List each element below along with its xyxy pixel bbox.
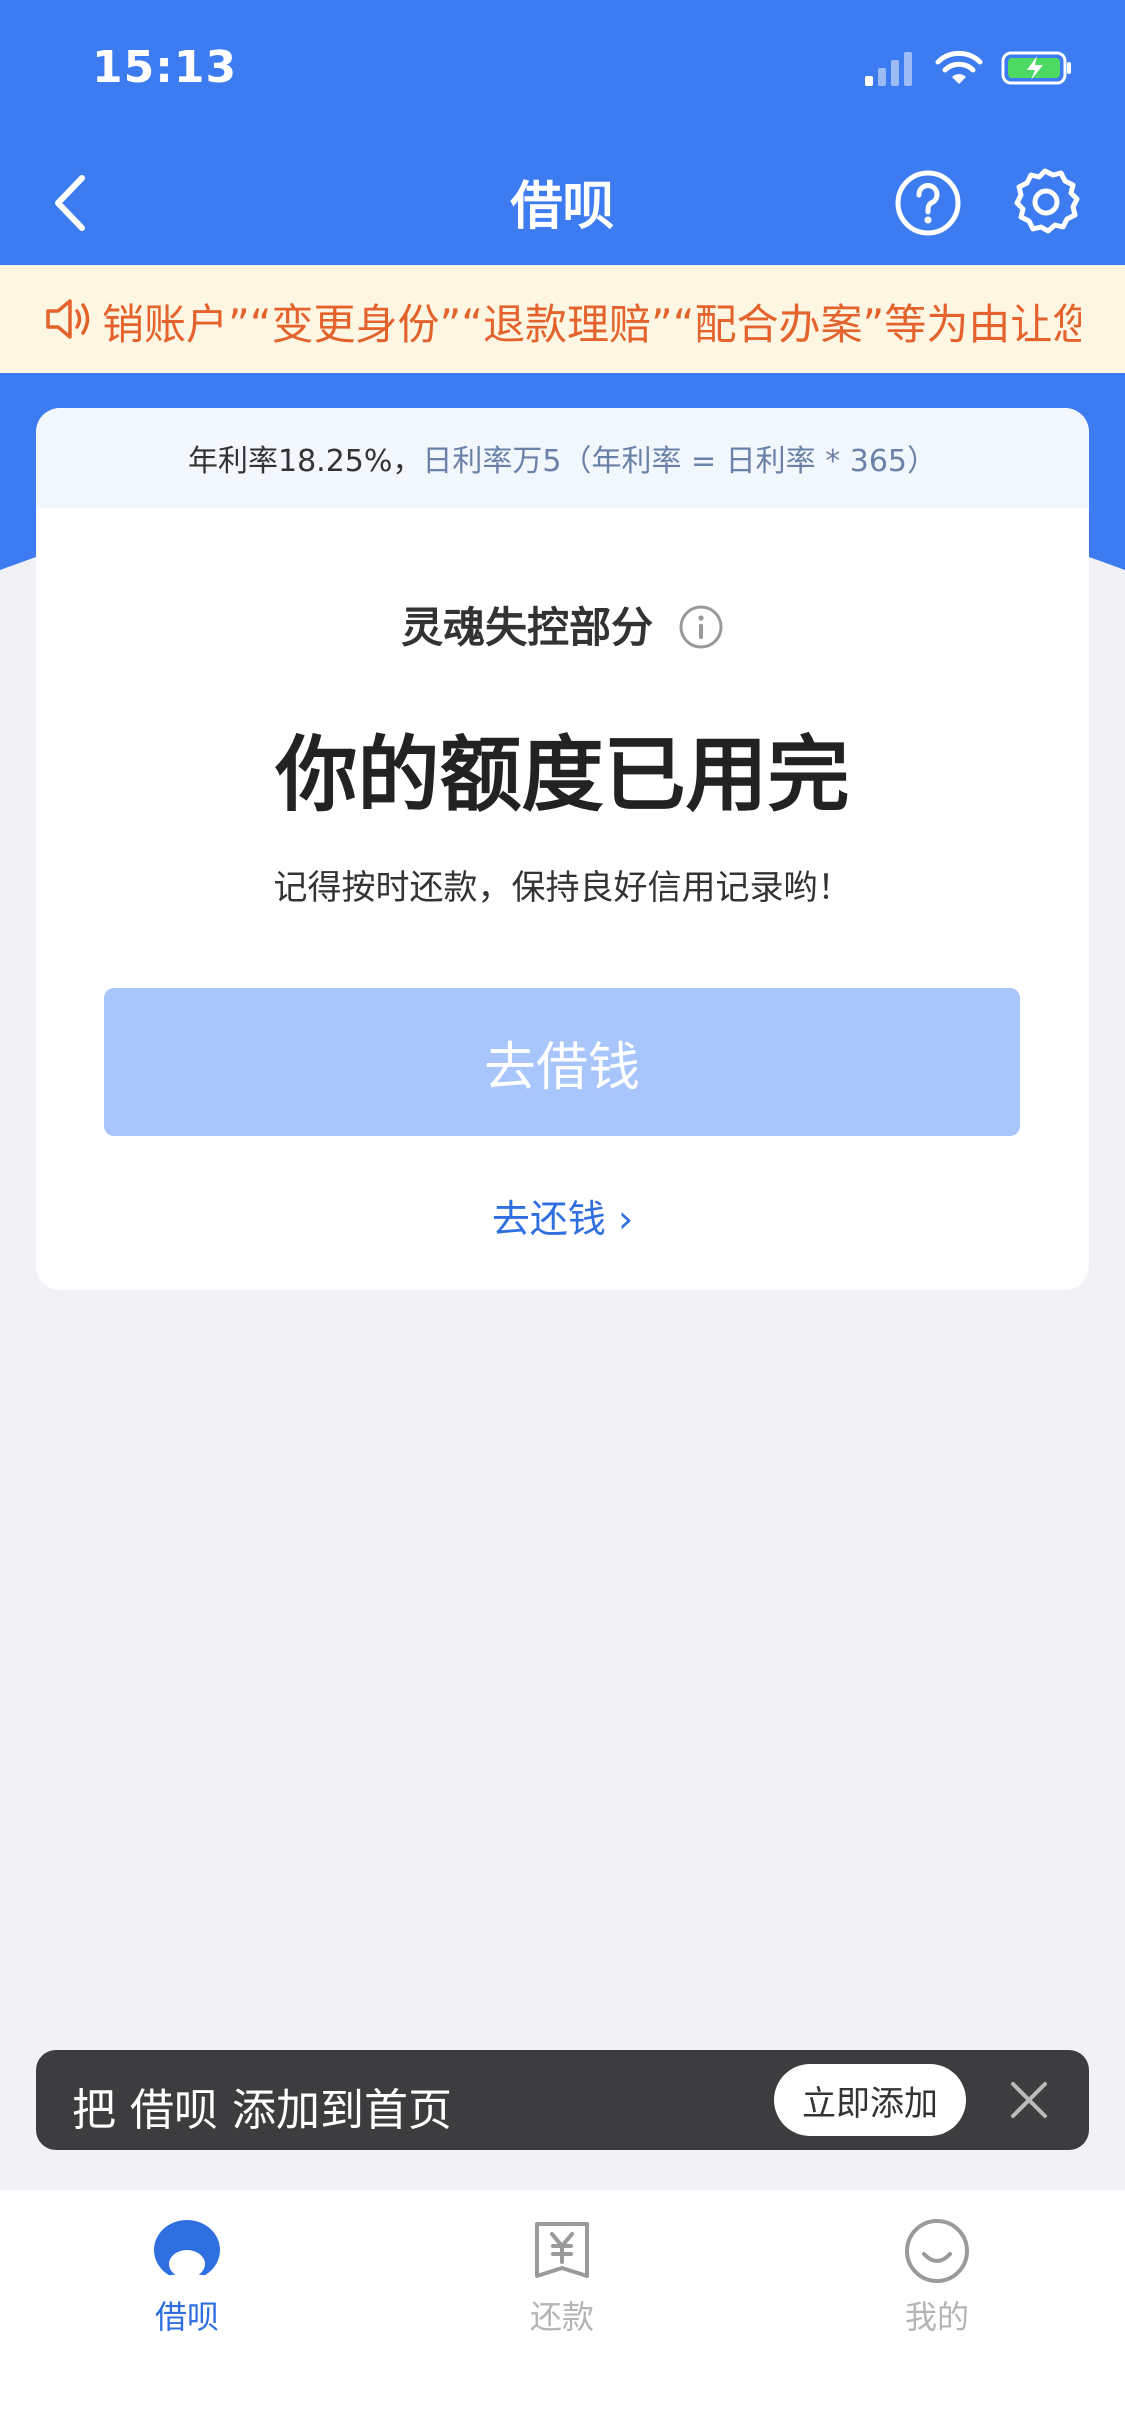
close-icon[interactable] <box>1001 2072 1057 2128</box>
app-screen: 15:13 借呗 销账户”“变更身份”“退款理赔”“配合办案”等为由让您 年利率… <box>0 0 1125 2435</box>
tab-bar: 借呗 还款 我的 <box>0 2190 1125 2435</box>
quota-tip: 记得按时还款，保持良好信用记录哟！ <box>273 868 852 908</box>
tab-label: 我的 <box>904 2298 969 2336</box>
notice-banner[interactable]: 销账户”“变更身份”“退款理赔”“配合办案”等为由让您 <box>0 265 1125 373</box>
tab-repay[interactable]: 还款 <box>462 2216 662 2338</box>
help-icon[interactable] <box>893 168 963 238</box>
battery-charging-icon <box>1001 51 1071 85</box>
speaker-icon <box>46 299 90 339</box>
jiebei-icon <box>154 2220 220 2286</box>
interest-rate-strip: 年利率18.25%， 日利率万5（年利率 = 日利率 * 365） <box>36 408 1089 508</box>
daily-rate-text: 日利率万5（年利率 = 日利率 * 365） <box>422 444 938 479</box>
annual-rate-text: 年利率18.25%， <box>187 444 423 479</box>
add-to-home-toast: 把 借呗 添加到首页 立即添加 <box>36 2050 1089 2150</box>
credit-card-panel: 年利率18.25%， 日利率万5（年利率 = 日利率 * 365） 灵魂失控部分… <box>36 408 1089 1290</box>
settings-gear-icon[interactable] <box>1008 166 1082 240</box>
repay-icon <box>535 2222 589 2278</box>
cellular-signal-icon <box>865 52 912 86</box>
status-icons <box>865 50 1073 86</box>
nav-bar: 借呗 <box>0 140 1125 265</box>
tab-mine[interactable]: 我的 <box>837 2216 1037 2338</box>
tab-jiebei[interactable]: 借呗 <box>87 2216 287 2338</box>
status-time: 15:13 <box>92 42 238 93</box>
tab-label: 还款 <box>529 2298 594 2336</box>
quota-label: 灵魂失控部分 <box>36 594 1089 655</box>
quota-headline: 你的额度已用完 <box>275 728 850 823</box>
smile-icon <box>905 2219 969 2283</box>
repay-link[interactable]: 去还钱 › <box>36 1188 1089 1243</box>
notice-text: 销账户”“变更身份”“退款理赔”“配合办案”等为由让您 <box>102 300 1081 349</box>
wifi-icon <box>935 50 983 84</box>
status-bar: 15:13 <box>0 0 1125 140</box>
quota-label-text: 灵魂失控部分 <box>401 603 654 652</box>
tab-label: 借呗 <box>154 2298 219 2336</box>
info-icon[interactable] <box>678 604 724 650</box>
add-now-button[interactable]: 立即添加 <box>774 2064 966 2136</box>
toast-text: 把 借呗 添加到首页 <box>72 2085 452 2136</box>
borrow-button[interactable]: 去借钱 <box>104 988 1020 1136</box>
